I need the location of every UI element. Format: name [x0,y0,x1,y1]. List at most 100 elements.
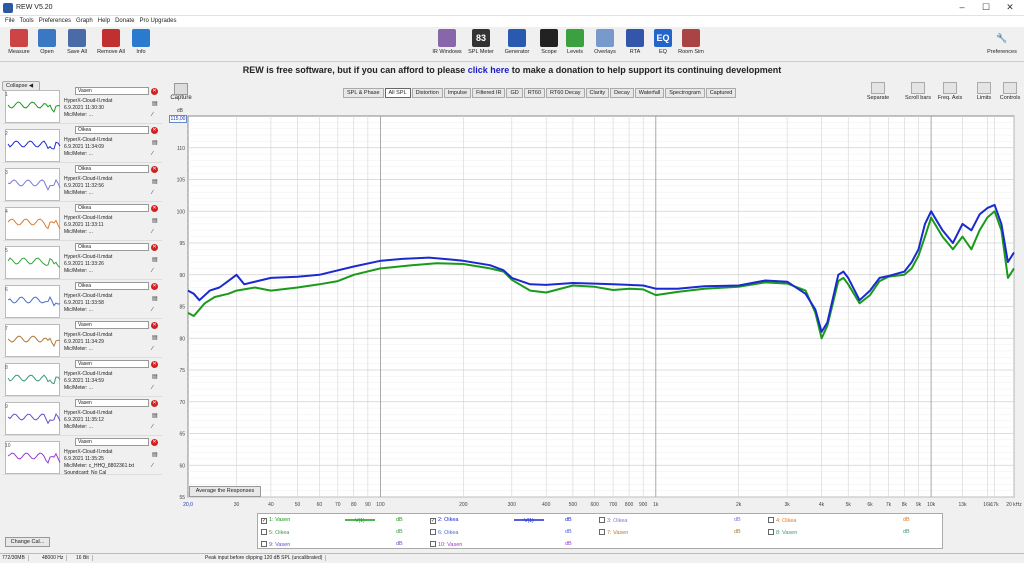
maximize-button[interactable]: ☐ [976,2,996,13]
measurement-name-field[interactable]: Oikea [75,243,149,251]
change-cal-button[interactable]: Change Cal... [5,537,50,547]
save-button[interactable]: Save All [60,29,94,55]
legend-item[interactable]: 5: Oikea dB [261,529,426,536]
separate-button[interactable]: Separate [863,82,893,101]
measurement-info-icon[interactable]: ▤ [152,334,160,341]
measurement-item[interactable]: 2 Oikea ✕ HyperX-Cloud-II.mdat 6.9.2021 11:3… [3,125,162,163]
menu-tools[interactable]: Tools [20,16,34,27]
tab-gd[interactable]: GD [506,88,523,98]
measurement-info-icon[interactable]: ▤ [152,217,160,224]
legend-swatch[interactable]: V(1) [345,516,375,524]
average-responses-button[interactable]: Average the Responses [189,486,261,497]
info-button[interactable]: Info [124,29,158,55]
delete-icon[interactable]: ✕ [151,361,158,368]
edit-icon[interactable]: ∕ [152,112,160,119]
measurement-name-field[interactable]: Vasen [75,399,149,407]
measurement-name-field[interactable]: Vasen [75,87,149,95]
menu-preferences[interactable]: Preferences [39,16,71,27]
measurement-item[interactable]: 1 Vasen ✕ HyperX-Cloud-II.mdat 6.9.2021 11:3… [3,86,162,124]
legend-item[interactable]: 7: Vasen dB [599,529,764,536]
measurement-thumbnail[interactable] [5,90,61,123]
legend-item[interactable]: 3: Oikea dB [599,517,764,524]
measurement-item[interactable]: 8 Vasen ✕ HyperX-Cloud-II.mdat 6.9.2021 11:3… [3,359,162,397]
legend-item[interactable]: 9: Vasen dB [261,541,426,548]
tab-all-spl[interactable]: All SPL [384,88,411,98]
measurement-thumbnail[interactable] [5,324,61,357]
legend-checkbox[interactable] [261,541,267,547]
measurement-name-field[interactable]: Oikea [75,165,149,173]
minimize-button[interactable]: – [952,2,972,12]
measurement-name-field[interactable]: Oikea [75,126,149,134]
measurement-info-icon[interactable]: ▤ [152,178,160,185]
scroll-bars-button[interactable]: Scroll bars [903,82,933,101]
measurement-name-field[interactable]: Oikea [75,204,149,212]
measurement-thumbnail[interactable] [5,363,61,396]
freq-axis-button[interactable]: Freq. Axis [935,82,965,101]
measurement-item[interactable]: 3 Oikea ✕ HyperX-Cloud-II.mdat 6.9.2021 11:3… [3,164,162,202]
legend-item[interactable]: ✓ 2: Oikea V(1) dB [430,517,595,524]
measurement-item[interactable]: 6 Oikea ✕ HyperX-Cloud-II.mdat 6.9.2021 11:3… [3,281,162,319]
remove-button[interactable]: Remove All [94,29,128,55]
delete-icon[interactable]: ✕ [151,166,158,173]
delete-icon[interactable]: ✕ [151,88,158,95]
legend-checkbox[interactable] [599,529,605,535]
delete-icon[interactable]: ✕ [151,244,158,251]
tab-rt60-decay[interactable]: RT60 Decay [546,88,585,98]
overlays-button[interactable]: Overlays [588,29,622,55]
preferences-button[interactable]: 🔧 Preferences [985,29,1019,56]
measurement-thumbnail[interactable] [5,441,61,474]
measurement-thumbnail[interactable] [5,402,61,435]
generator-button[interactable]: Generator [500,29,534,55]
edit-icon[interactable]: ∕ [152,268,160,275]
delete-icon[interactable]: ✕ [151,322,158,329]
menu-donate[interactable]: Donate [115,16,134,27]
tab-spectrogram[interactable]: Spectrogram [665,88,705,98]
legend-item[interactable]: 4: Oikea dB [768,517,933,524]
legend-checkbox[interactable] [430,541,436,547]
measurement-info-icon[interactable]: ▤ [152,139,160,146]
measurement-info-icon[interactable]: ▤ [152,295,160,302]
legend-checkbox[interactable] [261,529,267,535]
legend-checkbox[interactable] [430,529,436,535]
spl-meter-button[interactable]: 83 SPL Meter [464,29,498,55]
tab-captured[interactable]: Captured [705,88,737,98]
menu-pro-upgrades[interactable]: Pro Upgrades [139,16,176,27]
measurement-name-field[interactable]: Vasen [75,360,149,368]
menu-graph[interactable]: Graph [76,16,93,27]
legend-checkbox[interactable]: ✓ [261,518,267,524]
delete-icon[interactable]: ✕ [151,127,158,134]
measurement-info-icon[interactable]: ▤ [152,100,160,107]
legend-item[interactable]: 10: Vasen dB [430,541,595,548]
measurement-item[interactable]: 4 Oikea ✕ HyperX-Cloud-II.mdat 6.9.2021 11:3… [3,203,162,241]
edit-icon[interactable]: ∕ [152,346,160,353]
tab-distortion[interactable]: Distortion [411,88,443,98]
measurement-item[interactable]: 9 Vasen ✕ HyperX-Cloud-II.mdat 6.9.2021 11:3… [3,398,162,436]
edit-icon[interactable]: ∕ [152,463,160,470]
delete-icon[interactable]: ✕ [151,439,158,446]
legend-checkbox[interactable]: ✓ [430,518,436,524]
capture-button[interactable]: Capture [170,83,192,101]
measurement-info-icon[interactable]: ▤ [152,412,160,419]
measurement-thumbnail[interactable] [5,207,61,240]
legend-checkbox[interactable] [768,529,774,535]
legend-checkbox[interactable] [599,517,605,523]
measurement-info-icon[interactable]: ▤ [152,373,160,380]
room-sim-button[interactable]: Room Sim [674,29,708,55]
delete-icon[interactable]: ✕ [151,205,158,212]
measurement-name-field[interactable]: Oikea [75,282,149,290]
legend-item[interactable]: ✓ 1: Vasen V(1) dB [261,517,426,524]
edit-icon[interactable]: ∕ [152,151,160,158]
menu-file[interactable]: File [5,16,15,27]
legend-swatch[interactable]: V(1) [514,516,544,524]
tab-rt60[interactable]: RT60 [523,88,546,98]
measurement-thumbnail[interactable] [5,246,61,279]
tab-clarity[interactable]: Clarity [585,88,610,98]
spl-chart[interactable]: 110 105 100 95 90 85 80 75 70 65 60 55 30 40 50 60 70 80 9… [165,79,1024,553]
measurement-name-field[interactable]: Vasen [75,321,149,329]
measurement-info-icon[interactable]: ▤ [152,256,160,263]
tab-filtered-ir[interactable]: Filtered IR [472,88,506,98]
folder-button[interactable]: Open [30,29,64,55]
delete-icon[interactable]: ✕ [151,400,158,407]
y-axis-top-input[interactable]: 115,00 [169,115,187,123]
legend-checkbox[interactable] [768,517,774,523]
